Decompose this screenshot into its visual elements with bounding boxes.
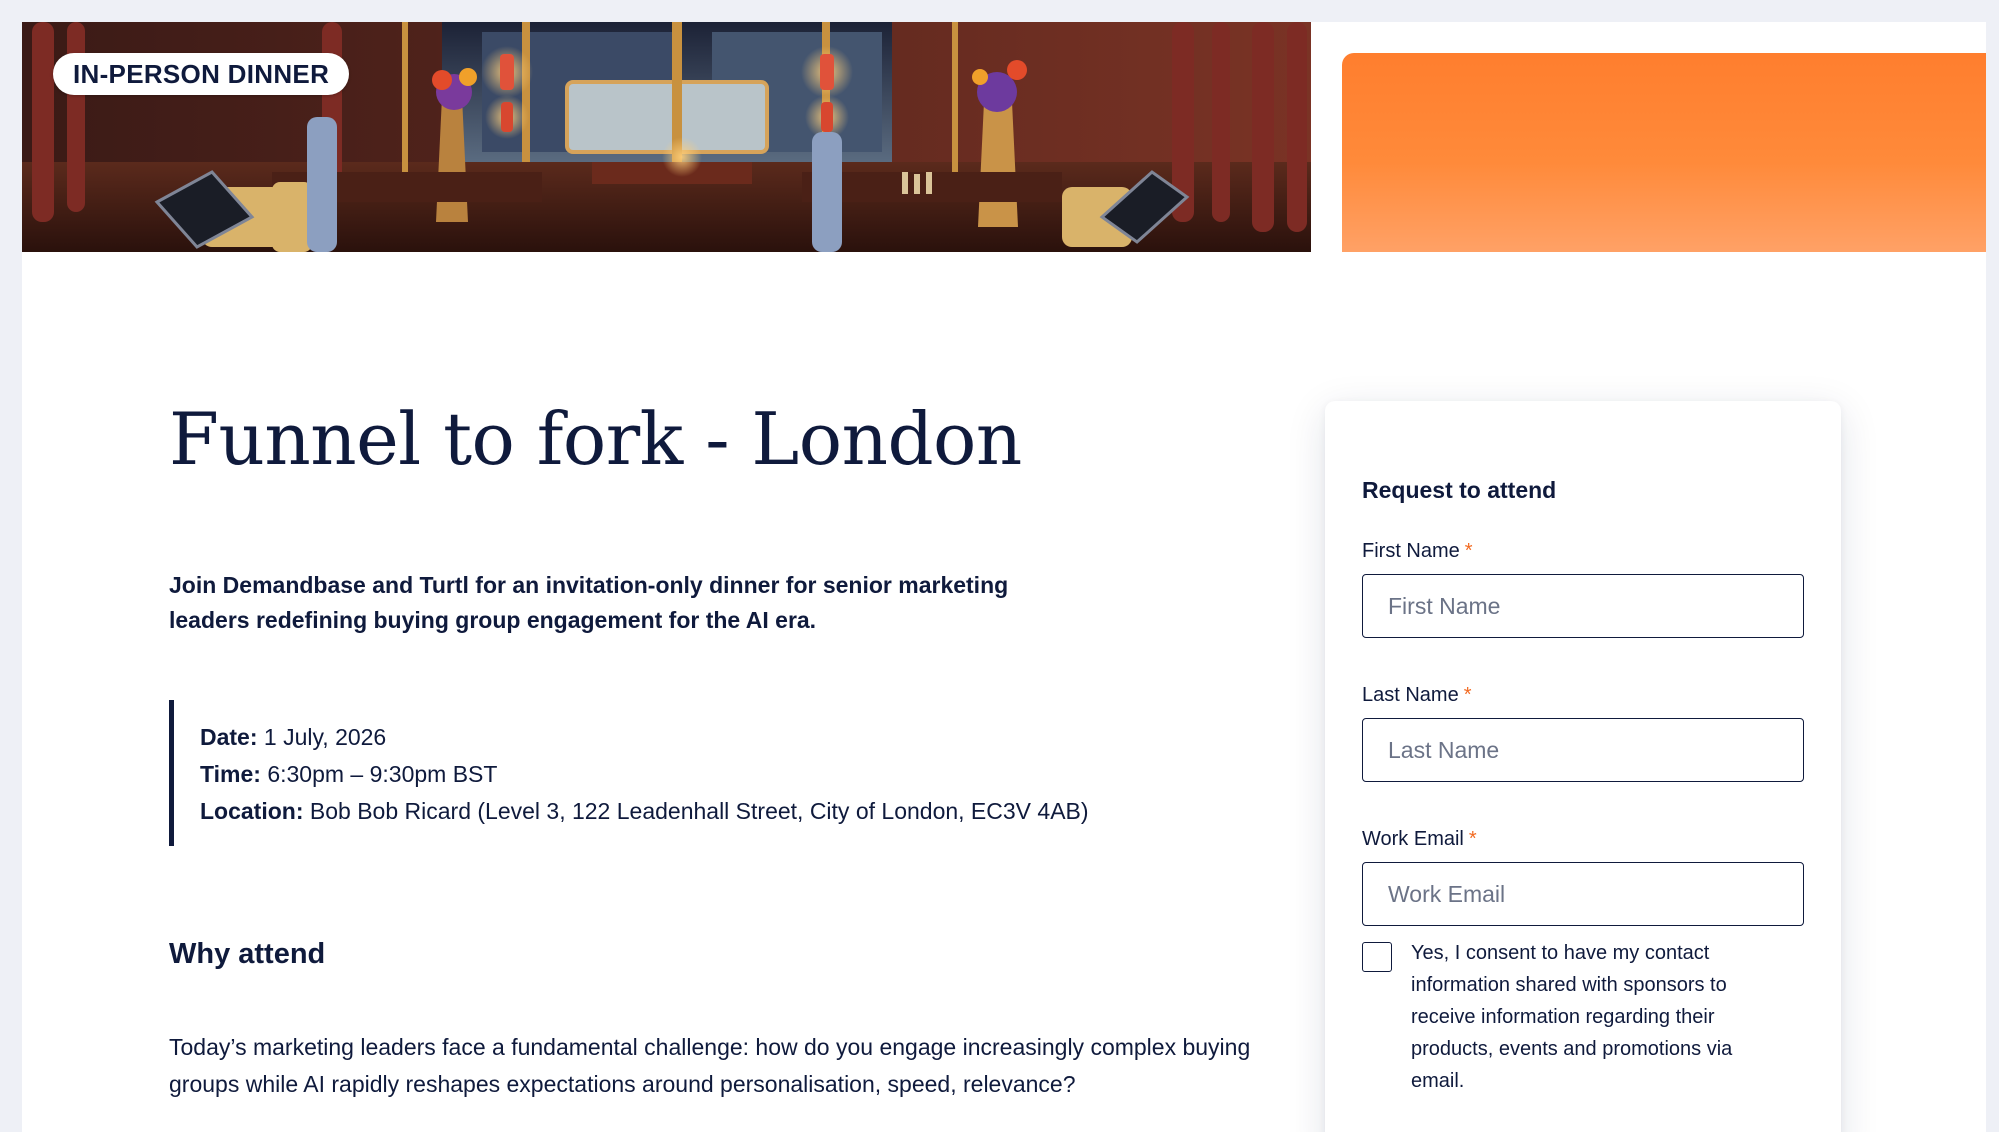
event-type-badge: IN-PERSON DINNER [53,53,350,95]
event-location: Location: Bob Bob Ricard (Level 3, 122 L… [200,793,1169,830]
last-name-label: Last Name * [1362,684,1472,707]
first-name-label: First Name * [1362,540,1473,563]
time-label: Time: [200,761,261,787]
first-name-input[interactable] [1362,574,1804,638]
event-date: Date: 1 July, 2026 [200,719,1169,756]
location-value: Bob Bob Ricard (Level 3, 122 Leadenhall … [309,798,1089,824]
promo-banner [1342,53,1986,252]
date-label: Date: [200,724,258,750]
page-title: Funnel to fork - London [169,397,1022,481]
event-time: Time: 6:30pm – 9:30pm BST [200,756,1169,793]
time-value: 6:30pm – 9:30pm BST [267,761,498,787]
work-email-label: Work Email * [1362,828,1477,851]
consent-text: Yes, I consent to have my contact inform… [1411,942,1733,1092]
required-marker: * [1468,828,1477,850]
last-name-label-text: Last Name [1362,684,1459,706]
hero-image: IN-PERSON DINNER [22,22,1311,252]
why-attend-heading: Why attend [169,938,326,970]
work-email-label-text: Work Email [1362,828,1464,850]
required-marker: * [1464,540,1473,562]
event-intro: Join Demandbase and Turtl for an invitat… [169,572,1009,633]
event-page: IN-PERSON DINNER Funnel to fork - London… [22,22,1986,1132]
event-details: Date: 1 July, 2026 Time: 6:30pm – 9:30pm… [169,700,1169,846]
form-title: Request to attend [1362,477,1557,503]
date-value: 1 July, 2026 [263,724,387,750]
work-email-input[interactable] [1362,862,1804,926]
last-name-input[interactable] [1362,718,1804,782]
first-name-label-text: First Name [1362,540,1460,562]
request-form: Request to attend First Name* Last Name*… [1325,401,1841,1132]
location-label: Location: [200,798,304,824]
why-attend-body: Today’s marketing leaders face a fundame… [169,1034,1251,1097]
consent-checkbox[interactable] [1362,942,1392,972]
required-marker: * [1463,684,1472,706]
